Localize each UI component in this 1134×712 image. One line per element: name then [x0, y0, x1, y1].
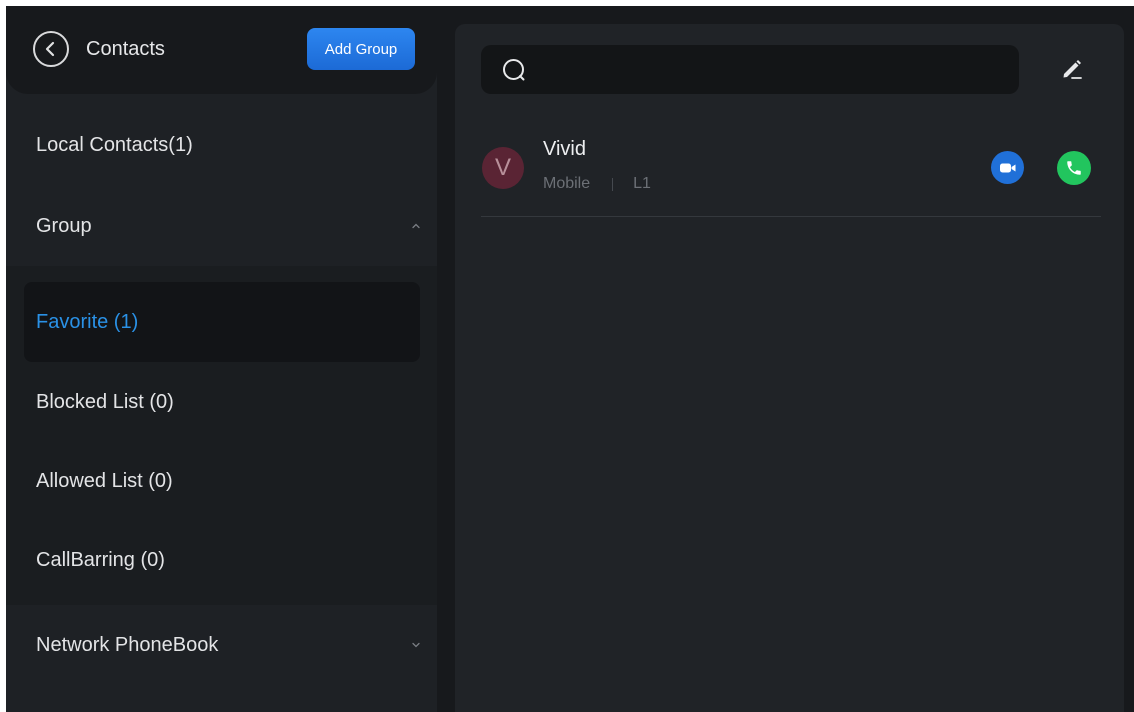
group-item-callbarring[interactable]: CallBarring (0)	[6, 520, 437, 600]
video-call-icon	[999, 163, 1015, 172]
sidebar: Contacts Add Group Local Contacts(1) Gro…	[6, 6, 437, 712]
contacts-panel: V Vivid Mobile L1	[455, 24, 1124, 712]
search-icon	[503, 59, 525, 81]
chevron-down-icon	[412, 642, 420, 648]
contact-name: Vivid	[543, 138, 586, 160]
video-call-button[interactable]	[991, 151, 1024, 184]
sidebar-item-label: Local Contacts(1)	[36, 133, 193, 156]
avatar: V	[482, 147, 524, 189]
back-button[interactable]	[33, 31, 69, 67]
add-group-button[interactable]: Add Group	[307, 28, 415, 70]
sidebar-item-label: Group	[36, 214, 92, 237]
contact-number-type: Mobile	[543, 175, 591, 192]
contact-meta: Mobile L1	[543, 175, 651, 193]
voice-call-button[interactable]	[1057, 151, 1091, 185]
group-item-label: Favorite (1)	[36, 310, 139, 333]
sidebar-item-network-phonebook[interactable]: Network PhoneBook	[6, 605, 437, 685]
search-input[interactable]	[541, 58, 1019, 81]
page-title: Contacts	[86, 38, 165, 60]
contact-row[interactable]: V Vivid Mobile L1	[481, 124, 1101, 217]
group-item-blocked-list[interactable]: Blocked List (0)	[6, 362, 437, 442]
search-bar[interactable]	[481, 45, 1019, 94]
edit-button[interactable]	[1058, 54, 1086, 82]
chevron-up-icon	[412, 223, 420, 229]
group-item-allowed-list[interactable]: Allowed List (0)	[6, 441, 437, 521]
edit-pencil-icon	[1063, 60, 1082, 79]
group-item-label: Allowed List (0)	[36, 469, 173, 492]
sidebar-item-group[interactable]: Group	[6, 186, 437, 266]
sidebar-item-label: Network PhoneBook	[36, 633, 219, 656]
group-item-favorite[interactable]: Favorite (1)	[24, 282, 420, 362]
contact-line: L1	[633, 175, 651, 192]
sidebar-header: Contacts Add Group	[6, 6, 437, 94]
contacts-screen: Contacts Add Group Local Contacts(1) Gro…	[6, 6, 1134, 712]
group-item-label: CallBarring (0)	[36, 548, 165, 571]
group-list: Favorite (1) Blocked List (0) Allowed Li…	[6, 266, 437, 605]
phone-call-icon	[1067, 161, 1081, 175]
meta-divider	[612, 177, 614, 191]
chevron-left-icon	[45, 41, 55, 57]
sidebar-item-local-contacts[interactable]: Local Contacts(1)	[6, 106, 437, 184]
group-item-label: Blocked List (0)	[36, 390, 174, 413]
